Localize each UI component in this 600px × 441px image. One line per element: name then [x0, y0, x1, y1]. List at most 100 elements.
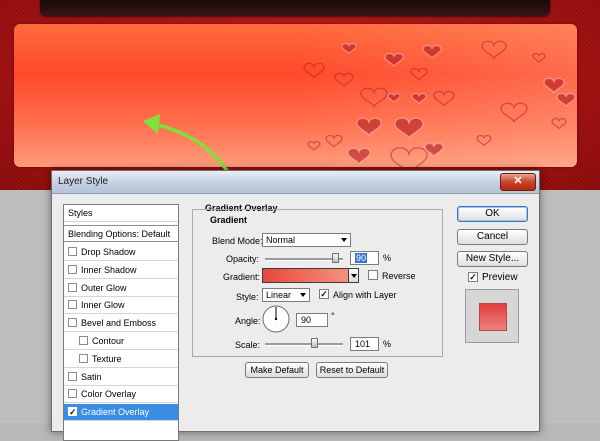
blending-options-label: Blending Options: Default: [68, 229, 171, 239]
close-button[interactable]: ✕: [500, 173, 536, 191]
scale-slider-thumb[interactable]: [311, 338, 318, 348]
layer-style-dialog: Layer Style ✕ Styles Blending Options: D…: [51, 170, 540, 441]
style-item-checkbox[interactable]: [79, 336, 88, 345]
heart-shape: [387, 92, 401, 103]
chevron-down-icon: [300, 293, 306, 297]
gradient-style-dropdown[interactable]: Linear: [262, 288, 310, 302]
style-item-label: Gradient Overlay: [81, 407, 150, 418]
style-label: Style:: [236, 292, 259, 302]
cancel-label: Cancel: [476, 231, 509, 242]
angle-input[interactable]: 90: [296, 313, 328, 327]
style-item-contour[interactable]: Contour: [64, 333, 178, 350]
heart-shape: [476, 134, 492, 147]
gradient-label: Gradient:: [223, 272, 261, 282]
gradient-overlay-group: [192, 209, 443, 357]
style-item-inner-glow[interactable]: Inner Glow: [64, 297, 178, 315]
style-item-checkbox[interactable]: [68, 371, 77, 381]
style-item-label: Texture: [92, 353, 122, 364]
blend-mode-value: Normal: [266, 235, 296, 245]
reverse-checkbox[interactable]: [368, 270, 378, 280]
scale-input[interactable]: 101: [350, 337, 379, 351]
preview-swatch: [479, 303, 507, 331]
chevron-down-icon: [351, 274, 357, 278]
gradient-picker[interactable]: [262, 268, 359, 283]
new-style-button[interactable]: New Style...: [457, 251, 528, 267]
style-item-label: Contour: [92, 336, 125, 346]
cancel-button[interactable]: Cancel: [457, 229, 528, 245]
heart-shape: [303, 62, 325, 79]
heart-shape: [424, 142, 444, 157]
style-item-inner-shadow[interactable]: Inner Shadow: [64, 262, 178, 279]
style-item-checkbox[interactable]: [68, 300, 77, 310]
style-item-checkbox[interactable]: ✓: [68, 407, 77, 418]
style-item-drop-shadow[interactable]: Drop Shadow: [64, 244, 178, 261]
heart-shape: [532, 52, 546, 63]
heart-shape: [433, 90, 455, 107]
scale-unit: %: [383, 339, 392, 349]
style-item-checkbox[interactable]: [68, 389, 77, 399]
opacity-label: Opacity:: [226, 254, 260, 264]
styles-header[interactable]: Styles: [64, 205, 178, 222]
heart-shape: [325, 134, 343, 148]
blending-options-item[interactable]: Blending Options: Default: [64, 225, 178, 242]
style-item-checkbox[interactable]: [79, 353, 88, 363]
preview-checkbox[interactable]: ✓: [468, 272, 478, 282]
heart-shape: [307, 140, 321, 151]
gradient-dropdown-button[interactable]: [348, 268, 359, 283]
scale-value: 101: [355, 339, 371, 349]
blend-mode-dropdown[interactable]: Normal: [262, 233, 351, 247]
checkmark-icon: ✓: [469, 272, 477, 282]
reset-to-default-button[interactable]: Reset to Default: [316, 362, 388, 378]
gradient-style-value: Linear: [266, 290, 292, 300]
heart-shape: [341, 42, 357, 55]
heart-shape: [347, 147, 371, 165]
style-item-checkbox[interactable]: [68, 264, 77, 274]
angle-label: Angle:: [235, 316, 261, 326]
style-item-label: Color Overlay: [81, 389, 137, 400]
heart-shape: [384, 52, 404, 67]
style-item-gradient-overlay[interactable]: ✓ Gradient Overlay: [64, 404, 178, 422]
dialog-title: Layer Style: [58, 176, 109, 187]
blend-mode-label: Blend Mode:: [212, 236, 263, 246]
styles-list: Styles Blending Options: Default Drop Sh…: [63, 204, 179, 441]
angle-dial[interactable]: [261, 304, 291, 334]
style-item-label: Inner Shadow: [81, 264, 137, 275]
style-item-satin[interactable]: Satin: [64, 369, 178, 386]
style-item-checkbox[interactable]: [68, 282, 77, 292]
style-item-bevel-and-emboss[interactable]: Bevel and Emboss: [64, 315, 178, 333]
style-item-checkbox[interactable]: [68, 247, 77, 256]
reverse-label: Reverse: [382, 271, 416, 281]
heart-shape: [410, 67, 428, 81]
make-default-label: Make Default: [250, 365, 304, 375]
scale-label: Scale:: [235, 340, 261, 350]
heart-shape: [551, 117, 567, 130]
angle-unit: °: [331, 311, 335, 321]
heart-shape: [422, 44, 442, 59]
style-item-label: Drop Shadow: [81, 247, 136, 257]
align-with-layer-checkbox[interactable]: ✓: [319, 289, 329, 299]
new-style-label: New Style...: [465, 253, 520, 264]
style-item-label: Bevel and Emboss: [81, 318, 157, 329]
opacity-input[interactable]: 90: [350, 251, 379, 265]
style-item-color-overlay[interactable]: Color Overlay: [64, 386, 178, 404]
style-item-texture[interactable]: Texture: [64, 351, 178, 368]
checkmark-icon: ✓: [320, 289, 328, 299]
opacity-value: 90: [355, 253, 368, 263]
dialog-titlebar[interactable]: Layer Style ✕: [52, 171, 539, 194]
angle-value: 90: [301, 315, 312, 325]
opacity-slider-thumb[interactable]: [332, 253, 340, 263]
scale-slider-track[interactable]: [265, 343, 343, 346]
preview-frame: [465, 289, 519, 343]
preview-label: Preview: [482, 272, 518, 283]
top-dark-strip: [40, 0, 550, 16]
heart-shape: [394, 117, 424, 139]
make-default-button[interactable]: Make Default: [245, 362, 309, 378]
style-item-checkbox[interactable]: [68, 318, 77, 328]
chevron-down-icon: [341, 238, 347, 242]
checkmark-icon: ✓: [69, 407, 77, 418]
heart-shape: [334, 72, 354, 87]
heart-shape: [481, 40, 507, 60]
ok-button[interactable]: OK: [457, 206, 528, 222]
style-item-outer-glow[interactable]: Outer Glow: [64, 280, 178, 297]
heart-shape: [360, 87, 388, 108]
